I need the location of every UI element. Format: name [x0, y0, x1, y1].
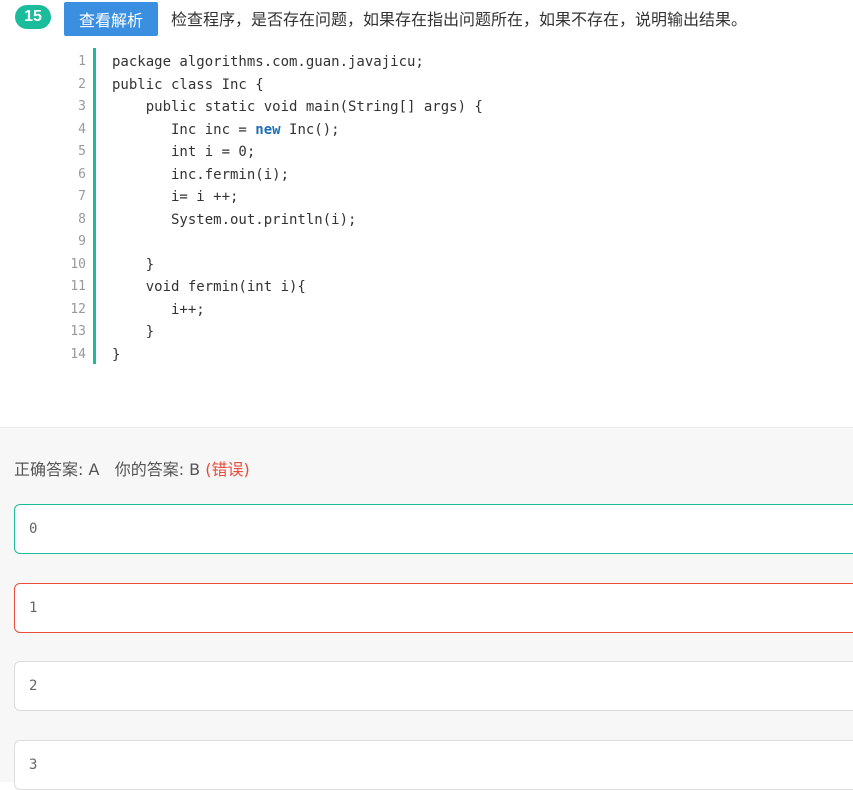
line-number: 5: [78, 144, 86, 159]
line-number: 13: [70, 324, 86, 339]
code-text: System.out.println(i);: [112, 209, 356, 232]
line-number: 7: [78, 189, 86, 204]
line-number: 3: [78, 99, 86, 114]
code-accent-bar: [93, 48, 96, 364]
answer-summary: 正确答案: A 你的答案: B (错误): [14, 456, 250, 480]
code-segment: i++;: [112, 301, 205, 318]
code-text: void fermin(int i){: [112, 276, 306, 299]
code-segment: }: [112, 256, 155, 273]
code-text: Inc inc = new Inc();: [112, 119, 340, 142]
option-b-text: 1: [29, 600, 38, 616]
option-b[interactable]: 1: [14, 583, 853, 633]
line-number: 14: [70, 346, 86, 362]
code-segment: i= i ++;: [112, 189, 239, 205]
question-number-badge: 15: [15, 5, 51, 29]
option-a-text: 0: [29, 521, 38, 537]
line-number: 6: [78, 166, 86, 182]
option-c-text: 2: [29, 678, 38, 694]
line-number: 11: [70, 279, 86, 294]
correct-answer-label: 正确答案: A: [14, 460, 100, 479]
line-number: 12: [70, 301, 86, 317]
line-number: 4: [78, 121, 86, 137]
option-c[interactable]: 2: [14, 661, 853, 711]
code-segment: void fermin(int i){: [112, 279, 306, 295]
code-segment: Inc();: [280, 121, 340, 138]
code-segment: Inc inc =: [112, 121, 256, 138]
option-a[interactable]: 0: [14, 504, 853, 554]
code-segment: }: [112, 346, 121, 363]
option-d-text: 3: [29, 757, 38, 773]
question-header: 15 查看解析 检查程序，是否存在问题，如果存在指出问题所在，如果不存在，说明输…: [0, 0, 853, 38]
code-text: i++;: [112, 299, 205, 322]
code-segment: }: [112, 324, 155, 340]
code-segment: public static void main(String[] args) {: [112, 99, 483, 115]
code-keyword: new: [255, 121, 281, 138]
your-answer-label: 你的答案: B: [114, 460, 201, 479]
code-segment: public class Inc {: [112, 76, 264, 93]
line-number: 2: [78, 76, 86, 92]
line-number: 8: [78, 211, 86, 227]
code-text: package algorithms.com.guan.javajicu;: [112, 51, 424, 74]
code-text: inc.fermin(i);: [112, 164, 289, 187]
code-text: }: [112, 254, 154, 277]
code-text: public class Inc {: [112, 74, 264, 97]
code-segment: System.out.println(i);: [112, 211, 357, 228]
option-d[interactable]: 3: [14, 740, 853, 790]
view-analysis-button[interactable]: 查看解析: [64, 2, 158, 36]
code-text: i= i ++;: [112, 186, 238, 209]
code-segment: int i = 0;: [112, 144, 256, 160]
code-text: }: [112, 321, 154, 344]
answer-status: (错误): [205, 460, 250, 479]
line-number: 1: [78, 54, 86, 69]
code-block: 1 package algorithms.com.guan.javajicu; 2 p…: [60, 48, 840, 364]
code-text: }: [112, 344, 120, 367]
code-text: public static void main(String[] args) {: [112, 96, 483, 119]
code-segment: inc.fermin(i);: [112, 166, 290, 183]
line-number: 10: [70, 256, 86, 272]
code-segment: package algorithms.com.guan.javajicu;: [112, 54, 424, 70]
code-text: int i = 0;: [112, 141, 255, 164]
line-number: 9: [78, 234, 86, 249]
question-text: 检查程序，是否存在问题，如果存在指出问题所在，如果不存在，说明输出结果。: [171, 10, 748, 29]
